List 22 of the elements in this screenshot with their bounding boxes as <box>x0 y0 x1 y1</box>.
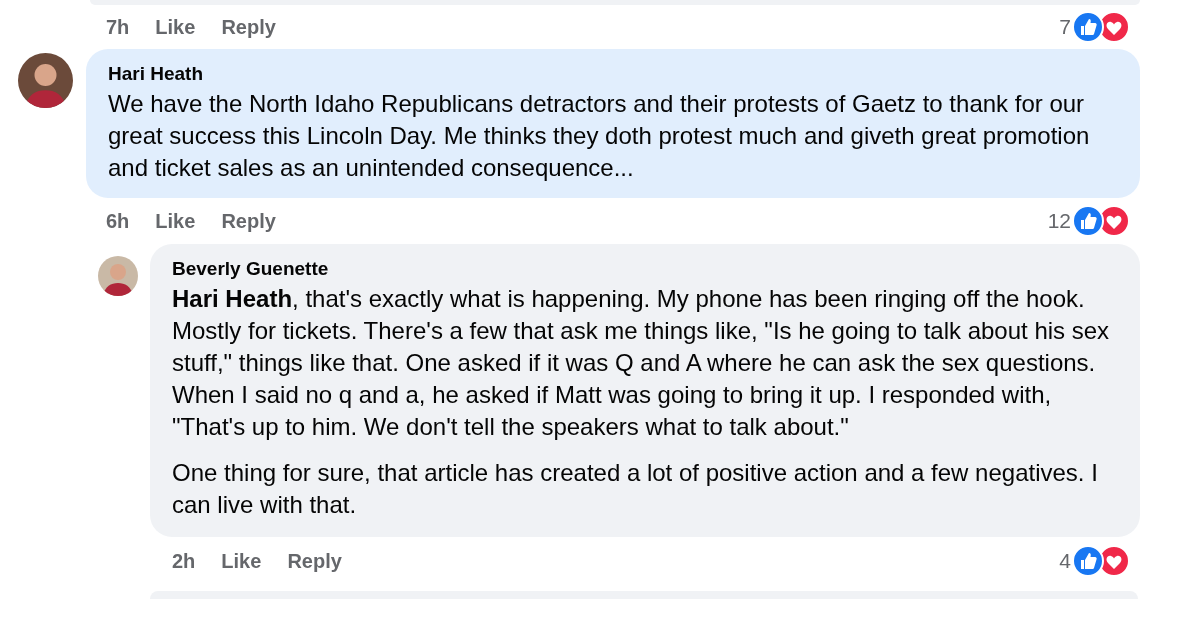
comment-text: Hari Heath, that's exactly what is happening. My phone has been ringing off the hook. Mostly for tickets. There's a few that ask me things like, "Is he going to talk about his sex stuff," things like that. One asked if it was Q and A where he can ask the sex questions. When I said no q and a, he asked if Matt was going to bring it up. I responded with, "That's up to him. We don't tell the speakers what to talk about." <box>172 284 1111 442</box>
like-link[interactable]: Like <box>221 549 262 573</box>
comment-time: 2h <box>172 549 196 573</box>
reaction-count: 7 <box>1059 15 1071 39</box>
comment-text: One thing for sure, that article has created a lot of positive action and a few negatives. I can live with that. <box>172 458 1099 520</box>
author-name[interactable]: Beverly Guenette <box>172 258 1118 280</box>
like-icon <box>1072 11 1104 43</box>
reply-link[interactable]: Reply <box>287 549 342 573</box>
reply-link[interactable]: Reply <box>221 15 276 39</box>
reaction-count: 4 <box>1059 549 1071 573</box>
reaction-count: 12 <box>1047 209 1071 233</box>
like-icon <box>1072 205 1104 237</box>
reply-link[interactable]: Reply <box>221 209 276 233</box>
like-link[interactable]: Like <box>155 15 196 39</box>
comment-time: 7h <box>106 15 130 39</box>
like-icon <box>1072 545 1104 577</box>
avatar[interactable] <box>18 53 73 108</box>
avatar[interactable] <box>98 256 138 296</box>
comment-time: 6h <box>106 209 130 233</box>
comment-text: We have the North Idaho Republicans detractors and their protests of Gaetz to thank for our great success this Lincoln Day. Me thinks they doth protest much and giveth great promotion and ticket sales as an unintended consequence... <box>108 89 1091 183</box>
author-name[interactable]: Hari Heath <box>108 63 1118 85</box>
like-link[interactable]: Like <box>155 209 196 233</box>
